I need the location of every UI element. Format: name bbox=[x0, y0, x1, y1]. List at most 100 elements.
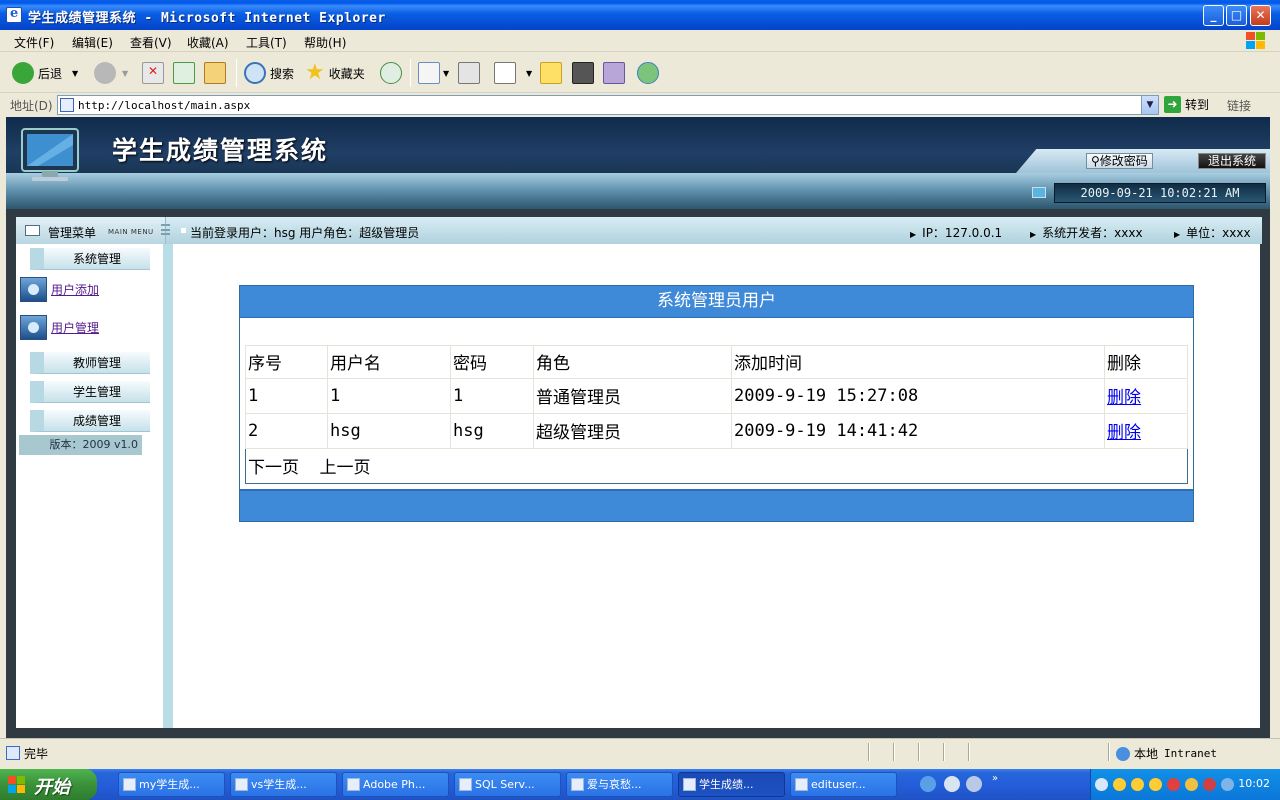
task-edituser[interactable]: edituser... bbox=[790, 772, 897, 797]
unit-info: ▶ 单位：xxxx bbox=[1174, 224, 1251, 241]
table-header-row: 序号 用户名 密码 角色 添加时间 删除 bbox=[245, 345, 1188, 379]
menu-file[interactable]: 文件(F) bbox=[14, 34, 54, 51]
stop-button[interactable]: ✕ bbox=[142, 61, 164, 85]
tray-arrow-icon[interactable] bbox=[1095, 778, 1108, 791]
antivirus-icon[interactable] bbox=[1167, 778, 1180, 791]
logout-button[interactable]: 退出系统 bbox=[1198, 153, 1266, 169]
menu-tools[interactable]: 工具(T) bbox=[246, 34, 287, 51]
task-label: edituser... bbox=[811, 778, 866, 791]
go-button[interactable]: ➜ 转到 bbox=[1164, 96, 1209, 113]
app-header: 学生成绩管理系统 ⚲修改密码 退出系统 2009-09-21 10:02:21 … bbox=[6, 117, 1270, 209]
task-vs-student[interactable]: vs学生成... bbox=[230, 772, 337, 797]
messenger-button[interactable] bbox=[637, 61, 659, 85]
back-button[interactable]: 后退 ▼ bbox=[12, 61, 78, 85]
security-zone: 本地 Intranet bbox=[1116, 745, 1217, 762]
photoshop-icon bbox=[347, 778, 360, 791]
edit-button[interactable]: ▼ bbox=[494, 61, 532, 85]
unit-text: 单位：xxxx bbox=[1186, 226, 1251, 240]
pager-row: 下一页 上一页 bbox=[246, 448, 1188, 483]
user-add-link[interactable]: 用户添加 bbox=[51, 281, 99, 298]
prev-page-button[interactable]: 上一页 bbox=[319, 458, 370, 478]
kaspersky-button[interactable] bbox=[572, 61, 594, 85]
menu-item-user-add[interactable]: 用户添加 bbox=[20, 277, 99, 302]
k-icon bbox=[572, 62, 594, 84]
home-icon bbox=[204, 62, 226, 84]
refresh-button[interactable] bbox=[173, 61, 195, 85]
triangle-icon: ▶ bbox=[910, 230, 917, 239]
start-label: 开始 bbox=[34, 777, 70, 798]
cell-password: 1 bbox=[450, 377, 534, 414]
cell-delete: 删除 bbox=[1104, 377, 1188, 414]
forward-button[interactable]: ▼ bbox=[94, 61, 128, 85]
tray-clock[interactable]: 10:02 bbox=[1238, 777, 1270, 790]
menu-teacher-management[interactable]: 教师管理 bbox=[30, 352, 150, 374]
change-password-button[interactable]: ⚲修改密码 bbox=[1086, 153, 1153, 169]
address-dropdown-icon[interactable]: ▼ bbox=[1141, 96, 1158, 114]
tray-app-icon[interactable] bbox=[1203, 778, 1216, 791]
back-label: 后退 bbox=[38, 66, 63, 81]
cell-added-time: 2009-9-19 15:27:08 bbox=[731, 377, 1105, 414]
start-button[interactable]: 开始 bbox=[0, 769, 97, 800]
panel-footer bbox=[240, 489, 1193, 521]
task-label: my学生成... bbox=[139, 778, 200, 791]
status-divider bbox=[968, 743, 970, 761]
triangle-icon: ▶ bbox=[1174, 230, 1181, 239]
qq-icon[interactable] bbox=[1113, 778, 1126, 791]
history-button[interactable] bbox=[380, 61, 402, 85]
vs-icon bbox=[235, 778, 248, 791]
delete-link[interactable]: 删除 bbox=[1107, 423, 1141, 443]
cell-delete: 删除 bbox=[1104, 412, 1188, 449]
next-page-button[interactable]: 下一页 bbox=[248, 458, 299, 478]
ie-quicklaunch-icon[interactable] bbox=[920, 776, 936, 792]
minimize-button[interactable]: _ bbox=[1203, 5, 1224, 26]
status-divider bbox=[893, 743, 895, 761]
menu-favorites[interactable]: 收藏(A) bbox=[187, 34, 229, 51]
ie-icon bbox=[683, 778, 696, 791]
status-text: 完毕 bbox=[24, 747, 49, 761]
search-label: 搜索 bbox=[270, 66, 295, 81]
close-button[interactable]: ✕ bbox=[1250, 5, 1271, 26]
user-management-link[interactable]: 用户管理 bbox=[51, 319, 99, 336]
explorer-quicklaunch-icon[interactable] bbox=[944, 776, 960, 792]
address-input[interactable]: http://localhost/main.aspx ▼ bbox=[57, 95, 1159, 115]
cell-added-time: 2009-9-19 14:41:42 bbox=[731, 412, 1105, 449]
menu-edit[interactable]: 编辑(E) bbox=[72, 34, 113, 51]
task-photoshop[interactable]: Adobe Ph... bbox=[342, 772, 449, 797]
menu-score-management[interactable]: 成绩管理 bbox=[30, 410, 150, 432]
monitor-icon bbox=[21, 128, 79, 181]
home-button[interactable] bbox=[204, 61, 226, 85]
task-sql-server[interactable]: SQL Serv... bbox=[454, 772, 561, 797]
task-ie-student[interactable]: 学生成绩... bbox=[678, 772, 785, 797]
mail-button[interactable]: ▼ bbox=[418, 61, 449, 85]
discuss-button[interactable] bbox=[540, 61, 562, 85]
tool-quicklaunch-icon[interactable] bbox=[966, 776, 982, 792]
favorites-button[interactable]: ★ 收藏夹 bbox=[305, 61, 365, 85]
task-my-student[interactable]: my学生成... bbox=[118, 772, 225, 797]
delete-link[interactable]: 删除 bbox=[1107, 388, 1141, 408]
task-music[interactable]: 爱与哀愁... bbox=[566, 772, 673, 797]
music-icon bbox=[571, 778, 584, 791]
windows-logo-icon bbox=[1244, 31, 1266, 51]
quicklaunch-expand-icon[interactable]: » bbox=[992, 773, 998, 784]
table-row: 1 1 1 普通管理员 2009-9-19 15:27:08 删除 bbox=[245, 377, 1188, 414]
menu-item-user-management[interactable]: 用户管理 bbox=[20, 315, 99, 340]
menu-student-management[interactable]: 学生管理 bbox=[30, 381, 150, 403]
qq-icon[interactable] bbox=[1131, 778, 1144, 791]
menu-system-management[interactable]: 系统管理 bbox=[30, 248, 150, 270]
qq-icon[interactable] bbox=[1149, 778, 1162, 791]
toolbar-separator bbox=[236, 59, 237, 87]
info-bar: 管理菜单 MAIN MENU 当前登录用户：hsg 用户角色：超级管理员 ▶ IP… bbox=[16, 217, 1262, 244]
search-button[interactable]: 搜索 bbox=[244, 61, 294, 85]
search-icon bbox=[244, 62, 266, 84]
tray-app-icon[interactable] bbox=[1185, 778, 1198, 791]
links-button[interactable]: 链接 bbox=[1227, 97, 1251, 114]
research-button[interactable] bbox=[603, 61, 625, 85]
maximize-button[interactable]: □ bbox=[1226, 5, 1247, 26]
system-tray: 10:02 bbox=[1090, 769, 1280, 800]
volume-icon[interactable] bbox=[1221, 778, 1234, 791]
chevron-down-icon: ▼ bbox=[122, 68, 129, 78]
left-menu: 系统管理 用户添加 用户管理 教师管理 学生管理 成绩管理 版本：2009 v1… bbox=[16, 244, 173, 728]
print-button[interactable] bbox=[458, 61, 480, 85]
menu-view[interactable]: 查看(V) bbox=[130, 34, 172, 51]
menu-help[interactable]: 帮助(H) bbox=[304, 34, 346, 51]
